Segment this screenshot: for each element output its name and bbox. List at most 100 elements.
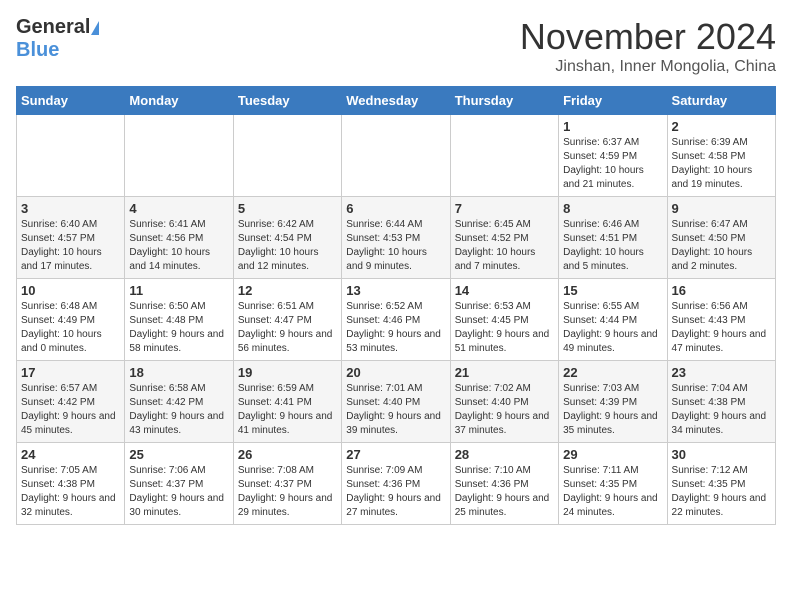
- day-info: Sunrise: 6:42 AM Sunset: 4:54 PM Dayligh…: [238, 218, 337, 274]
- day-number: 26: [238, 447, 337, 462]
- day-number: 15: [563, 283, 662, 298]
- day-number: 2: [672, 119, 771, 134]
- day-cell: 26 Sunrise: 7:08 AM Sunset: 4:37 PM Dayli…: [233, 443, 341, 525]
- day-number: 1: [563, 119, 662, 134]
- day-info: Sunrise: 7:11 AM Sunset: 4:35 PM Dayligh…: [563, 464, 662, 520]
- week-row-0: 1 Sunrise: 6:37 AM Sunset: 4:59 PM Daylig…: [17, 115, 776, 197]
- day-number: 27: [346, 447, 445, 462]
- day-info: Sunrise: 7:05 AM Sunset: 4:38 PM Dayligh…: [21, 464, 120, 520]
- day-cell: 21Sunrise: 7:02 AM Sunset: 4:40 PM Dayli…: [450, 361, 558, 443]
- day-info: Sunrise: 7:12 AM Sunset: 4:35 PM Dayligh…: [672, 464, 771, 520]
- page: General Blue November 2024 Jinshan, Inne…: [0, 0, 792, 541]
- day-cell: 17 Sunrise: 6:57 AM Sunset: 4:42 PM Dayli…: [17, 361, 125, 443]
- day-cell: 13 Sunrise: 6:52 AM Sunset: 4:46 PM Dayli…: [342, 279, 450, 361]
- day-number: 11: [129, 283, 228, 298]
- day-info: Sunrise: 7:09 AM Sunset: 4:36 PM Dayligh…: [346, 464, 445, 520]
- day-info: Sunrise: 7:08 AM Sunset: 4:37 PM Dayligh…: [238, 464, 337, 520]
- day-cell: [450, 115, 558, 197]
- day-number: 19: [238, 365, 337, 380]
- header-cell-thursday: Thursday: [450, 87, 558, 115]
- logo-triangle-icon: [91, 21, 99, 35]
- day-number: 25: [129, 447, 228, 462]
- logo-line2: Blue: [16, 39, 59, 62]
- day-cell: [342, 115, 450, 197]
- day-number: 7: [455, 201, 554, 216]
- day-number: 12: [238, 283, 337, 298]
- week-row-2: 10Sunrise: 6:48 AM Sunset: 4:49 PM Dayli…: [17, 279, 776, 361]
- day-cell: 2 Sunrise: 6:39 AM Sunset: 4:58 PM Daylig…: [667, 115, 775, 197]
- day-number: 5: [238, 201, 337, 216]
- day-cell: 28 Sunrise: 7:10 AM Sunset: 4:36 PM Dayli…: [450, 443, 558, 525]
- day-number: 9: [672, 201, 771, 216]
- day-cell: [17, 115, 125, 197]
- day-cell: 15 Sunrise: 6:55 AM Sunset: 4:44 PM Dayli…: [559, 279, 667, 361]
- day-cell: 29 Sunrise: 7:11 AM Sunset: 4:35 PM Dayli…: [559, 443, 667, 525]
- logo: General Blue: [16, 16, 99, 62]
- day-number: 29: [563, 447, 662, 462]
- header-row: SundayMondayTuesdayWednesdayThursdayFrid…: [17, 87, 776, 115]
- day-info: Sunrise: 6:57 AM Sunset: 4:42 PM Dayligh…: [21, 382, 120, 438]
- header: General Blue November 2024 Jinshan, Inne…: [16, 16, 776, 76]
- header-cell-wednesday: Wednesday: [342, 87, 450, 115]
- day-info: Sunrise: 7:02 AM Sunset: 4:40 PM Dayligh…: [455, 382, 554, 438]
- day-cell: 4Sunrise: 6:41 AM Sunset: 4:56 PM Daylig…: [125, 197, 233, 279]
- day-cell: 22 Sunrise: 7:03 AM Sunset: 4:39 PM Dayli…: [559, 361, 667, 443]
- day-number: 4: [129, 201, 228, 216]
- week-row-4: 24 Sunrise: 7:05 AM Sunset: 4:38 PM Dayli…: [17, 443, 776, 525]
- day-number: 8: [563, 201, 662, 216]
- day-number: 28: [455, 447, 554, 462]
- day-number: 3: [21, 201, 120, 216]
- day-info: Sunrise: 7:03 AM Sunset: 4:39 PM Dayligh…: [563, 382, 662, 438]
- day-number: 24: [21, 447, 120, 462]
- day-cell: 3Sunrise: 6:40 AM Sunset: 4:57 PM Daylig…: [17, 197, 125, 279]
- header-cell-saturday: Saturday: [667, 87, 775, 115]
- day-info: Sunrise: 6:53 AM Sunset: 4:45 PM Dayligh…: [455, 300, 554, 356]
- logo-line1: General: [16, 16, 99, 39]
- day-info: Sunrise: 6:58 AM Sunset: 4:42 PM Dayligh…: [129, 382, 228, 438]
- day-cell: 1 Sunrise: 6:37 AM Sunset: 4:59 PM Daylig…: [559, 115, 667, 197]
- header-cell-monday: Monday: [125, 87, 233, 115]
- week-row-1: 3Sunrise: 6:40 AM Sunset: 4:57 PM Daylig…: [17, 197, 776, 279]
- day-cell: 11 Sunrise: 6:50 AM Sunset: 4:48 PM Dayli…: [125, 279, 233, 361]
- day-cell: 30 Sunrise: 7:12 AM Sunset: 4:35 PM Dayli…: [667, 443, 775, 525]
- day-info: Sunrise: 6:47 AM Sunset: 4:50 PM Dayligh…: [672, 218, 771, 274]
- day-number: 6: [346, 201, 445, 216]
- day-number: 22: [563, 365, 662, 380]
- day-number: 10: [21, 283, 120, 298]
- day-info: Sunrise: 7:06 AM Sunset: 4:37 PM Dayligh…: [129, 464, 228, 520]
- day-cell: 12 Sunrise: 6:51 AM Sunset: 4:47 PM Dayli…: [233, 279, 341, 361]
- day-info: Sunrise: 6:39 AM Sunset: 4:58 PM Dayligh…: [672, 136, 771, 192]
- day-cell: 20 Sunrise: 7:01 AM Sunset: 4:40 PM Dayli…: [342, 361, 450, 443]
- day-number: 16: [672, 283, 771, 298]
- month-title: November 2024: [520, 16, 776, 58]
- day-cell: 5 Sunrise: 6:42 AM Sunset: 4:54 PM Daylig…: [233, 197, 341, 279]
- day-cell: 8 Sunrise: 6:46 AM Sunset: 4:51 PM Daylig…: [559, 197, 667, 279]
- day-cell: 27 Sunrise: 7:09 AM Sunset: 4:36 PM Dayli…: [342, 443, 450, 525]
- day-info: Sunrise: 6:59 AM Sunset: 4:41 PM Dayligh…: [238, 382, 337, 438]
- day-info: Sunrise: 6:46 AM Sunset: 4:51 PM Dayligh…: [563, 218, 662, 274]
- day-number: 17: [21, 365, 120, 380]
- day-info: Sunrise: 7:10 AM Sunset: 4:36 PM Dayligh…: [455, 464, 554, 520]
- day-info: Sunrise: 6:37 AM Sunset: 4:59 PM Dayligh…: [563, 136, 662, 192]
- day-info: Sunrise: 6:55 AM Sunset: 4:44 PM Dayligh…: [563, 300, 662, 356]
- logo-blue-text: Blue: [16, 39, 59, 61]
- day-number: 20: [346, 365, 445, 380]
- logo-general-text: General: [16, 16, 90, 39]
- day-info: Sunrise: 6:51 AM Sunset: 4:47 PM Dayligh…: [238, 300, 337, 356]
- day-number: 18: [129, 365, 228, 380]
- day-info: Sunrise: 6:45 AM Sunset: 4:52 PM Dayligh…: [455, 218, 554, 274]
- location: Jinshan, Inner Mongolia, China: [520, 58, 776, 76]
- day-cell: 14 Sunrise: 6:53 AM Sunset: 4:45 PM Dayli…: [450, 279, 558, 361]
- day-info: Sunrise: 6:52 AM Sunset: 4:46 PM Dayligh…: [346, 300, 445, 356]
- day-number: 14: [455, 283, 554, 298]
- day-info: Sunrise: 6:50 AM Sunset: 4:48 PM Dayligh…: [129, 300, 228, 356]
- day-cell: [233, 115, 341, 197]
- header-cell-sunday: Sunday: [17, 87, 125, 115]
- day-number: 30: [672, 447, 771, 462]
- day-cell: 23Sunrise: 7:04 AM Sunset: 4:38 PM Dayli…: [667, 361, 775, 443]
- day-info: Sunrise: 7:01 AM Sunset: 4:40 PM Dayligh…: [346, 382, 445, 438]
- day-number: 13: [346, 283, 445, 298]
- day-info: Sunrise: 7:04 AM Sunset: 4:38 PM Dayligh…: [672, 382, 771, 438]
- calendar-table: SundayMondayTuesdayWednesdayThursdayFrid…: [16, 86, 776, 525]
- header-cell-friday: Friday: [559, 87, 667, 115]
